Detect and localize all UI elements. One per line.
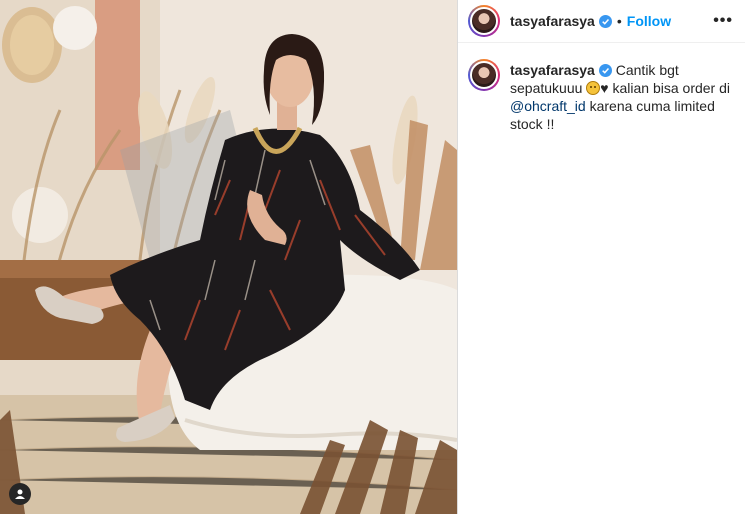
- worried-face-emoji-icon: [586, 81, 601, 95]
- follow-button[interactable]: Follow: [627, 13, 671, 29]
- verified-badge-icon: [598, 64, 612, 77]
- caption-username[interactable]: tasyafarasya: [510, 62, 595, 78]
- post-header: tasyafarasya • Follow •••: [458, 0, 745, 43]
- separator-dot: •: [616, 13, 622, 29]
- avatar[interactable]: [468, 5, 500, 37]
- more-options-icon[interactable]: •••: [713, 12, 733, 30]
- mention-link[interactable]: @ohcraft_id: [510, 98, 586, 114]
- tagged-user-icon[interactable]: [9, 483, 31, 505]
- post-side-panel: tasyafarasya • Follow ••• tasyafarasya C…: [457, 0, 745, 514]
- caption: tasyafarasya Cantik bgt sepatukuuu ♥ kal…: [458, 43, 745, 133]
- heart-emoji: ♥: [600, 80, 609, 96]
- post-photo[interactable]: [0, 0, 457, 514]
- username-link[interactable]: tasyafarasya: [510, 13, 595, 29]
- caption-text: tasyafarasya Cantik bgt sepatukuuu ♥ kal…: [510, 61, 732, 133]
- caption-body-2: kalian bisa order di: [608, 80, 731, 96]
- verified-badge-icon: [598, 14, 612, 28]
- photo-illustration: [0, 0, 457, 514]
- caption-avatar[interactable]: [468, 59, 500, 91]
